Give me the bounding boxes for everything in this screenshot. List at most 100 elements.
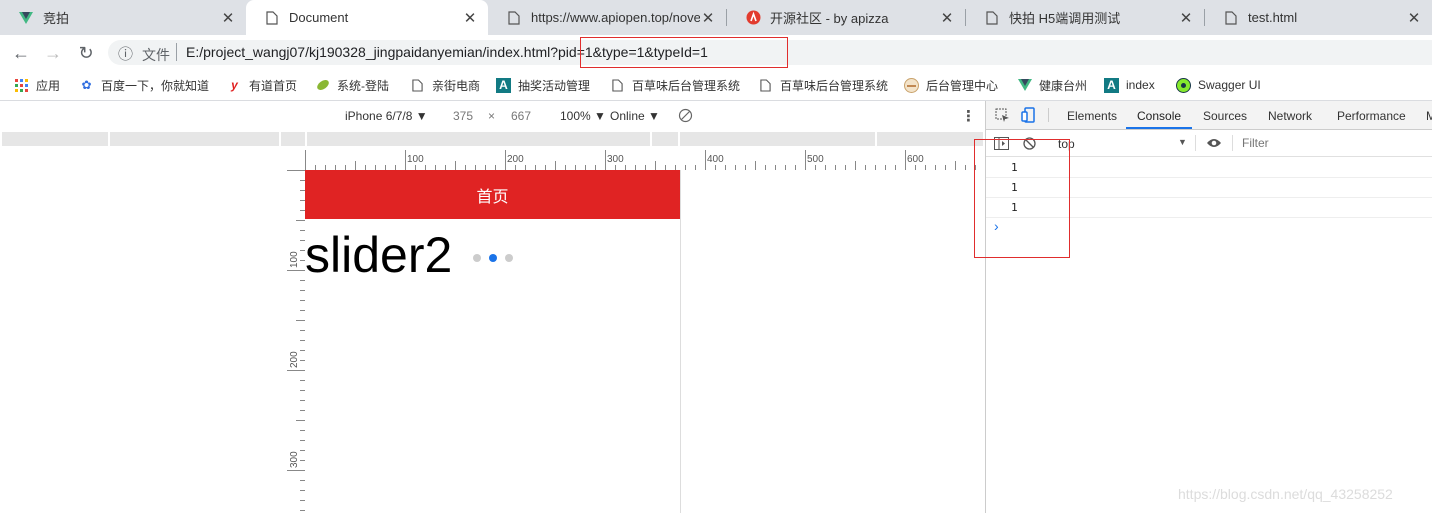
page-icon [1223,10,1239,26]
tab-jingpai[interactable]: 竞拍 ✕ [0,0,246,35]
baidu-paw-icon: ✿ [81,78,92,92]
close-icon[interactable]: ✕ [1178,9,1194,27]
bookmark-baicaowei-1[interactable]: 百草味后台管理系统 [610,77,740,93]
ruler-label: 400 [707,154,724,165]
ruler-label: 600 [907,154,924,165]
page-title: 首页 [476,188,509,206]
devtools-tab-performance[interactable]: Performance [1337,109,1406,123]
file-label: 文件 [142,47,170,63]
media-query-segment[interactable] [2,132,108,146]
console-divider [1195,135,1196,151]
device-select[interactable]: iPhone 6/7/8 ▼ [345,109,428,123]
reload-icon: ↻ [78,42,94,63]
console-divider [1232,135,1233,151]
tab-title: https://www.apiopen.top/nove [531,10,700,25]
media-query-segment[interactable] [281,132,305,146]
console-highlight-box [974,139,1070,258]
back-button[interactable]: ← [9,41,33,65]
bookmark-system-login[interactable]: 系统-登陆 [315,77,389,93]
bookmark-label: 系统-登陆 [337,78,389,93]
watermark: https://blog.csdn.net/qq_43258252 [1178,486,1393,502]
devtools-tab-console[interactable]: Console [1137,109,1181,123]
tab-title: 快拍 H5端调用测试 [1009,11,1121,26]
bookmark-label: 有道首页 [249,78,298,93]
close-icon[interactable]: ✕ [462,9,478,27]
bookmark-admin-center[interactable]: 后台管理中心 [904,77,998,93]
leaf-icon [315,78,330,93]
slider-text: slider2 [305,227,453,283]
info-icon[interactable]: ⓘ [118,43,133,64]
eye-icon[interactable] [1206,137,1222,152]
devtools-tab-network[interactable]: Network [1268,109,1312,123]
chevron-down-icon[interactable]: ▼ [1178,137,1187,147]
swagger-icon [1176,77,1191,93]
media-query-segment[interactable] [877,132,983,146]
ruler-label: 200 [507,154,524,165]
tab-test-html[interactable]: test.html ✕ [1205,0,1432,35]
a-letter-icon: A [496,77,511,93]
network-throttle-select[interactable]: Online ▼ [610,109,660,123]
page-icon [264,10,280,26]
bookmark-label: 百草味后台管理系统 [780,78,889,93]
bookmark-label: index [1126,78,1155,92]
media-query-segment[interactable] [307,132,650,146]
tab-title: 竞拍 [43,11,70,26]
inspect-element-icon[interactable] [995,108,1010,126]
media-query-segment[interactable] [652,132,678,146]
page-icon [610,78,625,93]
tab-apizza[interactable]: 开源社区 - by apizza ✕ [727,0,965,35]
bookmark-label: 百度一下，你就知道 [101,78,210,93]
close-icon[interactable]: ✕ [939,9,955,27]
bookmark-label: 百草味后台管理系统 [632,78,741,93]
tab-kuaipai[interactable]: 快拍 H5端调用测试 ✕ [966,0,1204,35]
tab-title: Document [289,10,349,25]
bookmark-jiankang-taizhou[interactable]: 健康台州 [1017,77,1087,93]
reload-button[interactable]: ↻ [74,41,98,65]
bookmark-swagger[interactable]: Swagger UI [1176,77,1261,93]
ruler-label: 500 [807,154,824,165]
console-filter-input[interactable] [1238,134,1432,152]
apizza-logo-icon [745,10,761,26]
bookmark-lottery[interactable]: A 抽奖活动管理 [496,77,590,93]
close-icon[interactable]: ✕ [220,9,236,27]
devtools-tab-more[interactable]: M [1426,109,1432,123]
ruler-label: 100 [289,251,300,268]
device-height-input[interactable]: 667 [511,109,531,123]
bookmark-qinjie[interactable]: 亲街电商 [410,77,480,93]
ruler-label: 300 [607,154,624,165]
more-options-icon[interactable]: ⋮ [961,107,976,125]
omnibox-divider [176,43,177,61]
forward-button[interactable]: → [41,41,65,65]
devtools-tab-elements[interactable]: Elements [1067,109,1117,123]
bookmark-baicaowei-2[interactable]: 百草味后台管理系统 [758,77,888,93]
close-icon[interactable]: ✕ [700,9,716,27]
bookmark-youdao[interactable]: y 有道首页 [227,77,297,93]
tab-apiopen[interactable]: https://www.apiopen.top/nove ✕ [488,0,726,35]
media-query-segment[interactable] [110,132,279,146]
bookmark-baidu[interactable]: ✿ 百度一下，你就知道 [79,77,209,93]
page-icon [984,10,1000,26]
zoom-select[interactable]: 100% ▼ [560,109,606,123]
slider-dot[interactable] [505,254,513,262]
slider-dot[interactable] [473,254,481,262]
media-query-segment[interactable] [680,132,875,146]
device-width-input[interactable]: 375 [453,109,473,123]
tab-title: 开源社区 - by apizza [770,11,889,26]
active-tab-underline [1126,127,1192,129]
youdao-icon: y [231,78,238,92]
devtools-tab-sources[interactable]: Sources [1203,109,1247,123]
bowl-icon [904,77,919,93]
ruler-label: 300 [289,451,300,468]
rotate-icon[interactable] [678,108,693,126]
close-icon[interactable]: ✕ [1406,9,1422,27]
viewport-edge [680,170,681,513]
page-header: 首页 [305,170,680,219]
bookmark-apps[interactable]: 应用 [14,77,60,93]
query-highlight-box [580,37,788,68]
tab-document[interactable]: Document ✕ [246,0,488,35]
bookmark-index[interactable]: A index [1104,77,1155,93]
slider-dot-active[interactable] [489,254,497,262]
page-icon [410,78,425,93]
device-toggle-icon[interactable] [1021,107,1037,126]
bookmark-label: 健康台州 [1039,78,1088,93]
